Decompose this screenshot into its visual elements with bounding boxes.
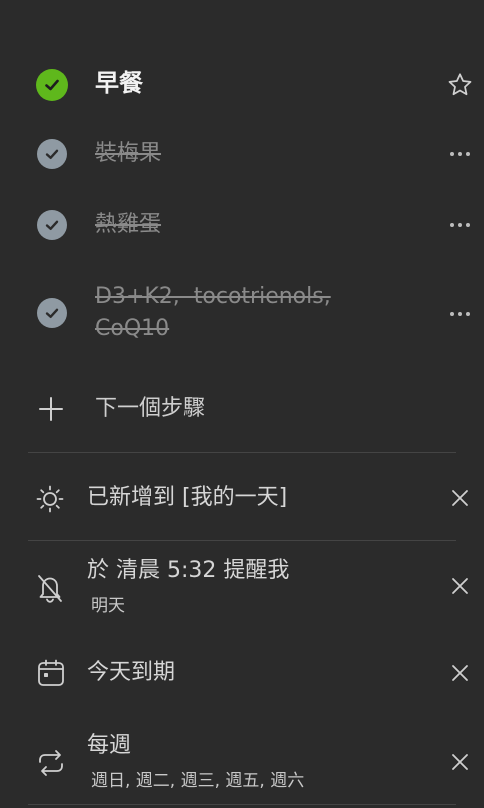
repeat-icon (36, 749, 66, 777)
task-title[interactable]: 早餐 (95, 67, 143, 99)
plus-icon[interactable] (37, 395, 65, 423)
section-divider (28, 452, 456, 453)
step-label-line1[interactable]: D3+K2, tocotrienols, (95, 281, 331, 313)
close-icon[interactable] (450, 576, 470, 596)
bell-off-icon (35, 572, 65, 604)
check-icon (45, 149, 59, 159)
step-checkbox[interactable] (37, 210, 67, 240)
check-icon (45, 220, 59, 230)
add-step-input[interactable]: 下一個步驟 (95, 393, 205, 425)
calendar-icon (36, 658, 66, 688)
sun-icon (35, 484, 65, 514)
more-options-icon[interactable] (450, 312, 470, 316)
step-label[interactable]: 熱雞蛋 (95, 209, 161, 241)
my-day-label[interactable]: 已新增到 [我的一天] (87, 482, 287, 514)
section-divider (28, 804, 456, 805)
star-icon[interactable] (446, 71, 474, 99)
step-label[interactable]: 裝梅果 (95, 138, 161, 170)
section-divider (28, 540, 456, 541)
close-icon[interactable] (450, 488, 470, 508)
check-icon (45, 79, 59, 91)
check-icon (45, 308, 59, 318)
task-complete-checkbox[interactable] (36, 69, 68, 101)
repeat-label[interactable]: 每週 (87, 730, 131, 762)
reminder-label[interactable]: 於 清晨 5:32 提醒我 (87, 555, 289, 587)
due-date-label[interactable]: 今天到期 (87, 657, 175, 689)
repeat-sub: 週日, 週二, 週三, 週五, 週六 (91, 771, 305, 791)
more-options-icon[interactable] (450, 152, 470, 156)
more-options-icon[interactable] (450, 223, 470, 227)
step-checkbox[interactable] (37, 139, 67, 169)
reminder-sub: 明天 (91, 596, 125, 616)
step-label-line2[interactable]: CoQ10 (95, 313, 169, 345)
step-checkbox[interactable] (37, 298, 67, 328)
close-icon[interactable] (450, 663, 470, 683)
close-icon[interactable] (450, 752, 470, 772)
